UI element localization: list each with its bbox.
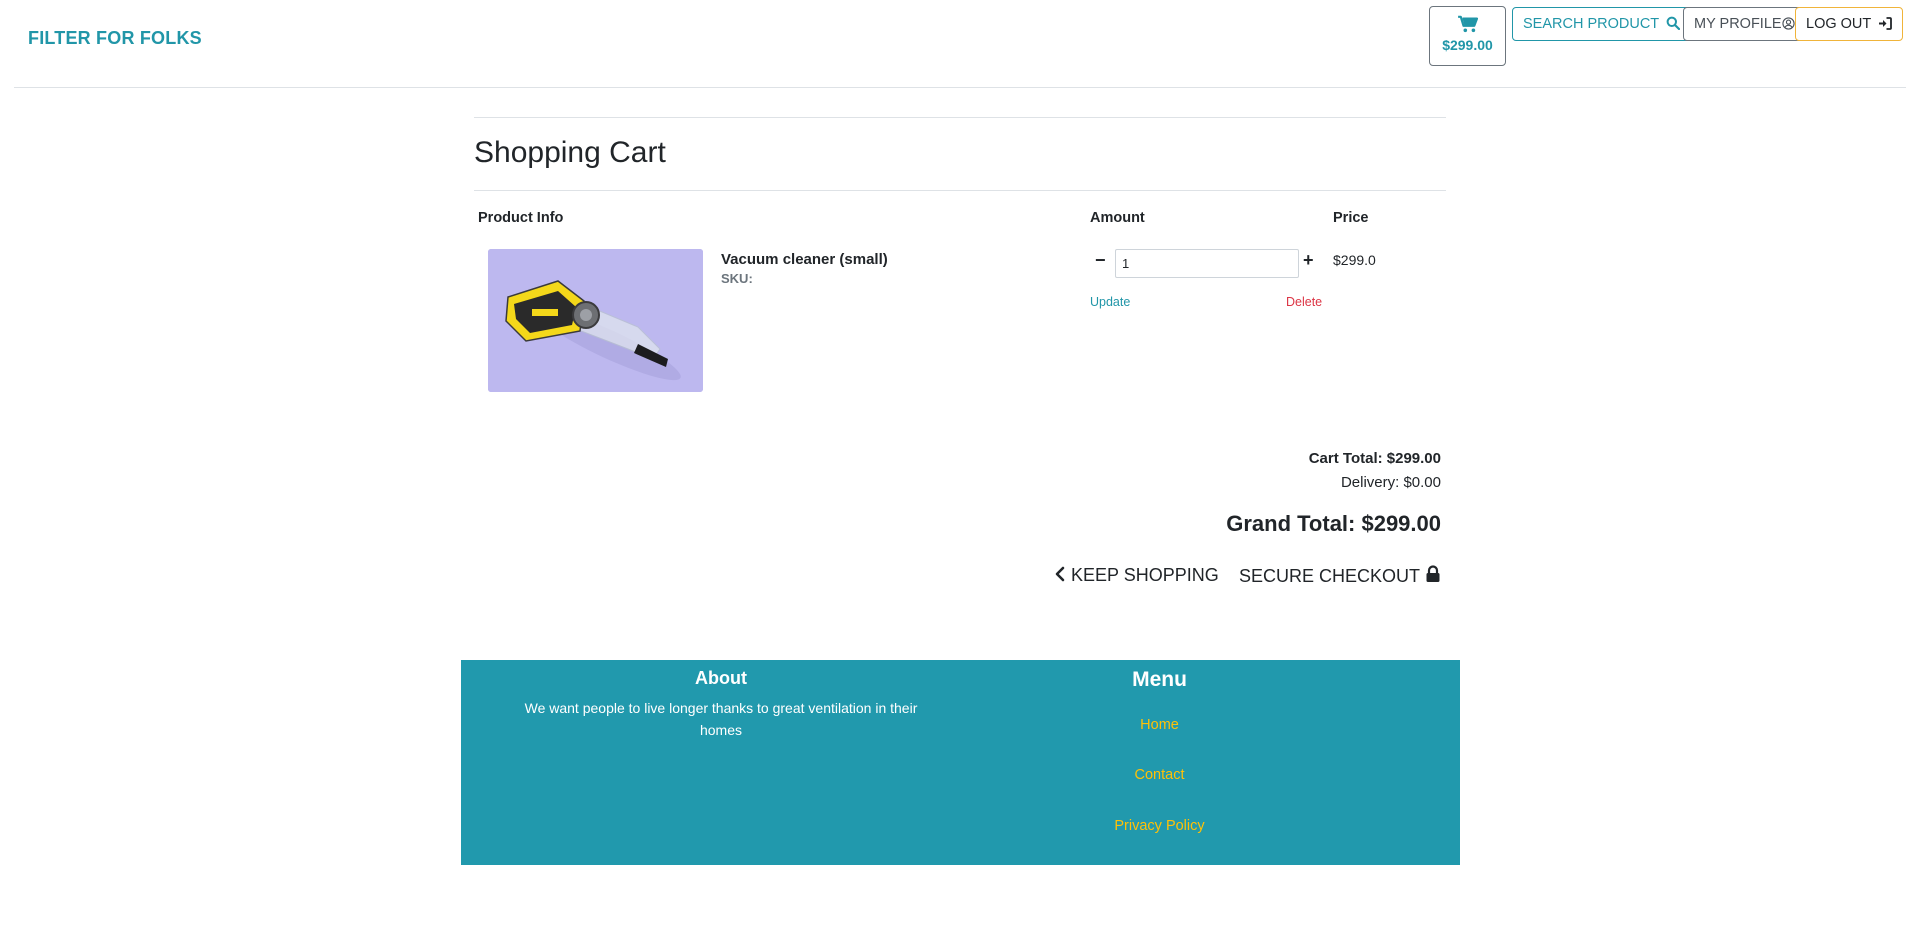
product-price: $299.0 (1333, 252, 1376, 268)
column-header-product: Product Info (478, 210, 564, 226)
update-link[interactable]: Update (1090, 295, 1130, 309)
cart-header-area: Shopping Cart (474, 117, 1446, 191)
delivery-cost: Delivery: $0.00 (1340, 474, 1441, 491)
user-circle-icon (1781, 17, 1795, 30)
log-out-button[interactable]: LOG OUT (1795, 7, 1904, 41)
header-cart-total: $299.00 (1442, 37, 1493, 53)
my-profile-label: MY PROFILE (1694, 16, 1782, 32)
decrease-quantity-button[interactable]: − (1095, 250, 1106, 271)
secure-checkout-label: SECURE CHECKOUT (1239, 566, 1420, 586)
grand-total: Grand Total: $299.00 (1226, 511, 1441, 536)
search-product-label: SEARCH PRODUCT (1523, 16, 1659, 32)
product-name[interactable]: Vacuum cleaner (small) (721, 251, 888, 268)
cart-total: Cart Total: $299.00 (1308, 450, 1441, 467)
footer-about-text: We want people to live longer thanks to … (524, 700, 918, 738)
site-header: FILTER FOR FOLKS $299.00 SEARCH PRODUCT … (14, 0, 1906, 88)
footer-link-contact[interactable]: Contact (961, 767, 1358, 783)
my-profile-button[interactable]: MY PROFILE (1683, 7, 1806, 41)
chevron-left-icon (1055, 566, 1065, 582)
footer-about-title: About (695, 668, 747, 688)
top-divider (474, 117, 1446, 118)
search-icon (1666, 16, 1681, 31)
delete-link[interactable]: Delete (1286, 295, 1322, 309)
column-header-price: Price (1333, 210, 1369, 226)
increase-quantity-button[interactable]: + (1303, 250, 1314, 271)
footer-menu-title: Menu (1132, 668, 1187, 691)
cart-button[interactable]: $299.00 (1429, 6, 1506, 66)
brand-logo[interactable]: FILTER FOR FOLKS (28, 28, 202, 49)
search-product-button[interactable]: SEARCH PRODUCT (1512, 7, 1691, 41)
quantity-input[interactable] (1115, 249, 1299, 278)
page-title: Shopping Cart (474, 136, 666, 169)
footer-link-home[interactable]: Home (961, 717, 1358, 733)
keep-shopping-button[interactable]: KEEP SHOPPING (1054, 565, 1219, 586)
column-header-amount: Amount (1090, 210, 1145, 226)
site-footer: About We want people to live longer than… (461, 660, 1460, 865)
keep-shopping-label: KEEP SHOPPING (1071, 565, 1219, 585)
lock-icon (1426, 565, 1440, 582)
title-divider (474, 190, 1446, 191)
sign-out-icon (1879, 17, 1892, 30)
cart-icon (1457, 15, 1478, 33)
secure-checkout-button[interactable]: SECURE CHECKOUT (1239, 565, 1441, 587)
product-image[interactable] (488, 249, 703, 392)
log-out-label: LOG OUT (1806, 16, 1871, 32)
product-sku: SKU: (721, 271, 753, 286)
footer-link-privacy-policy[interactable]: Privacy Policy (961, 818, 1358, 834)
